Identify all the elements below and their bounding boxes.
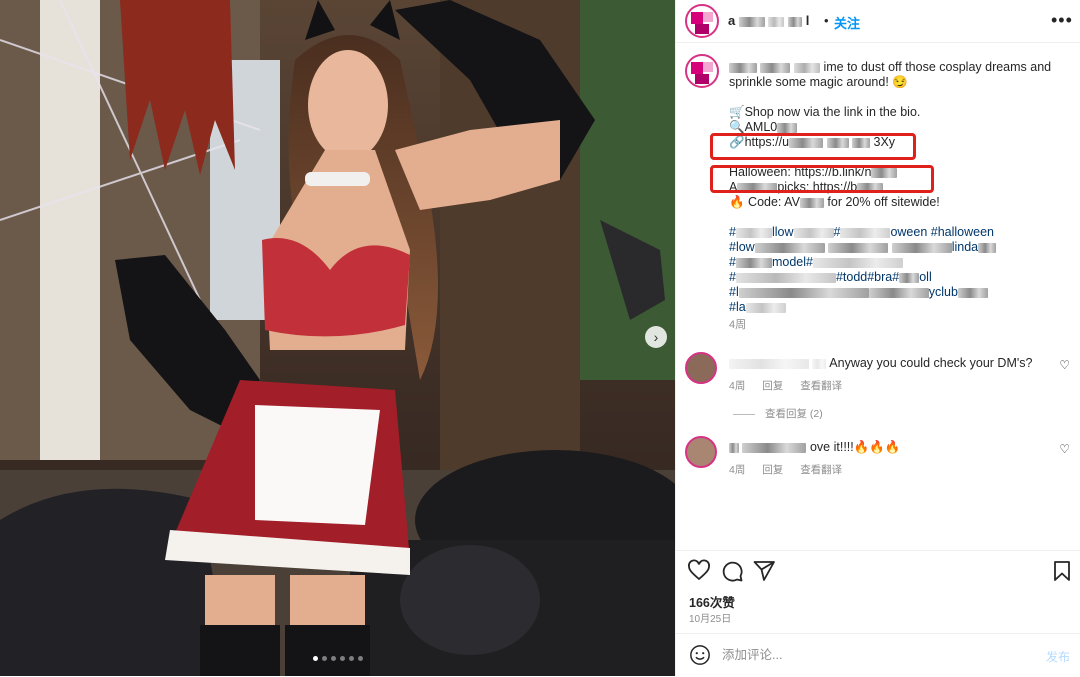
carousel-dot xyxy=(349,656,354,661)
username-text: a xyxy=(728,13,736,28)
comment-meta: 4周 回复 查看翻译 xyxy=(729,378,856,393)
reply-button[interactable]: 回复 xyxy=(762,464,783,476)
carousel-dot xyxy=(313,656,318,661)
carousel-dot xyxy=(322,656,327,661)
post-action-bar xyxy=(676,550,1080,591)
author-username[interactable]: a l xyxy=(728,13,809,28)
comment-icon[interactable] xyxy=(720,559,744,583)
comment-input[interactable] xyxy=(722,644,1012,666)
view-replies-button[interactable]: 查看回复 (2) xyxy=(733,406,823,421)
username-text-tail: l xyxy=(805,13,810,28)
commenter-avatar[interactable] xyxy=(685,352,717,384)
chevron-right-icon: › xyxy=(653,329,659,345)
highlight-box xyxy=(710,165,934,193)
comment-time: 4周 xyxy=(729,464,746,476)
post-comment-button[interactable]: 发布 xyxy=(1046,648,1070,665)
caption-time: 4周 xyxy=(729,319,747,331)
commenter-avatar[interactable] xyxy=(685,436,717,468)
bookmark-icon[interactable] xyxy=(1050,559,1074,583)
translate-button[interactable]: 查看翻译 xyxy=(800,464,842,476)
comment-text: ove it!!!!🔥🔥🔥 xyxy=(729,440,900,455)
carousel-dot xyxy=(358,656,363,661)
send-icon[interactable] xyxy=(752,559,776,583)
like-count[interactable]: 166次赞 xyxy=(689,592,735,611)
highlight-box xyxy=(710,133,916,160)
comment-time: 4周 xyxy=(729,380,746,392)
caption-line: sprinkle some magic around! 😏 xyxy=(729,75,908,89)
follow-button[interactable]: 关注 xyxy=(834,13,860,32)
carousel-indicator xyxy=(313,656,363,661)
caption-line: ime to dust off those cosplay dreams and xyxy=(729,60,1069,75)
comment-item: Anyway you could check your DM's? 4周 回复 … xyxy=(685,352,1070,396)
hashtag-block: # llow # oween #halloween #low linda # model… xyxy=(729,225,1069,315)
caption-author-avatar[interactable] xyxy=(685,54,719,88)
hashtag-row[interactable]: #l yclub xyxy=(729,285,1069,300)
reply-button[interactable]: 回复 xyxy=(762,380,783,392)
comment-like-heart-icon[interactable]: ♡ xyxy=(1059,358,1070,372)
emoji-icon[interactable] xyxy=(689,644,711,666)
comment-text: Anyway you could check your DM's? xyxy=(729,356,1032,370)
heart-icon[interactable] xyxy=(687,559,711,583)
hashtag-row[interactable]: # #todd#bra# oll xyxy=(729,270,1069,285)
post-caption: ime to dust off those cosplay dreams and… xyxy=(729,60,1069,333)
post-photo[interactable]: › xyxy=(0,0,675,676)
separator-dot: • xyxy=(824,13,829,28)
author-avatar[interactable] xyxy=(685,4,719,38)
hashtag-row[interactable]: # llow # oween #halloween xyxy=(729,225,1069,240)
next-slide-button[interactable]: › xyxy=(645,326,667,348)
comment-item: ove it!!!!🔥🔥🔥 4周 回复 查看翻译 ♡ xyxy=(685,436,1070,480)
post-side-panel: a l • 关注 ••• ime to dust off those cospl… xyxy=(675,0,1080,676)
hashtag-row[interactable]: # model# xyxy=(729,255,1069,270)
hashtag-row[interactable]: #la xyxy=(729,300,1069,315)
post-date: 10月25日 xyxy=(689,614,732,625)
caption-line: 🔥 Code: AV for 20% off sitewide! xyxy=(729,195,940,209)
more-horizontal-icon[interactable]: ••• xyxy=(1051,10,1073,31)
comment-like-heart-icon[interactable]: ♡ xyxy=(1059,442,1070,456)
carousel-dot xyxy=(331,656,336,661)
comment-meta: 4周 回复 查看翻译 xyxy=(729,462,856,477)
hashtag-row[interactable]: #low linda xyxy=(729,240,1069,255)
carousel-dot xyxy=(340,656,345,661)
translate-button[interactable]: 查看翻译 xyxy=(800,380,842,392)
add-comment-bar: 发布 xyxy=(676,633,1080,677)
post-image xyxy=(0,0,675,676)
post-header: a l • 关注 ••• xyxy=(676,0,1080,43)
caption-line: 🛒Shop now via the link in the bio. xyxy=(729,105,921,119)
